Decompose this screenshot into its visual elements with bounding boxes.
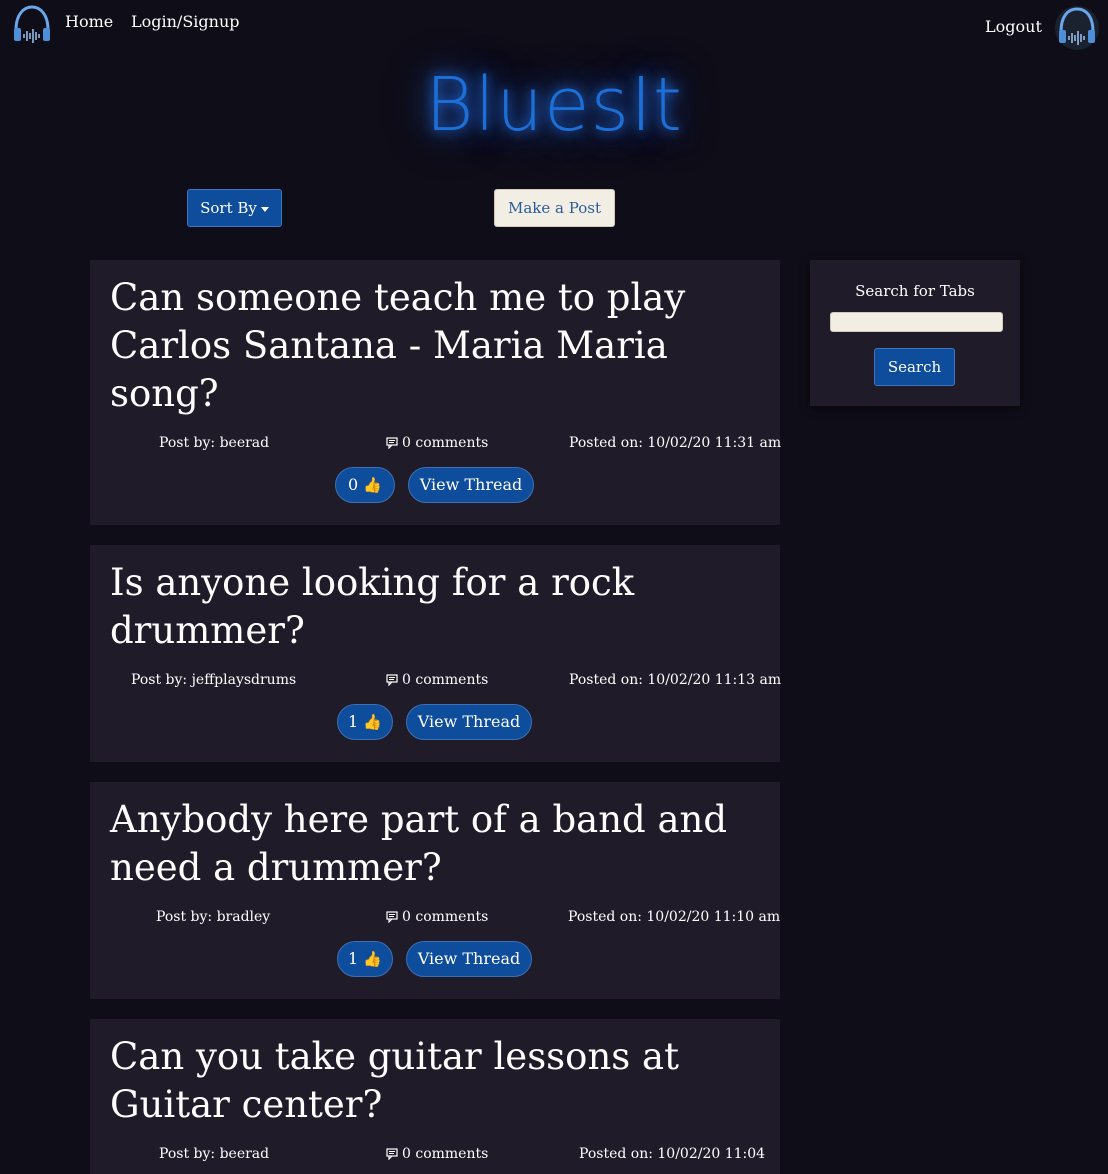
thumbs-up-icon: 👍 [363,476,382,494]
tab-search-panel: Search for Tabs Search [810,260,1020,406]
comment-icon [386,437,398,449]
search-tabs-input[interactable] [830,312,1003,332]
thumbs-up-icon: 👍 [363,713,382,731]
search-button[interactable]: Search [874,348,955,386]
sort-by-dropdown-button[interactable]: Sort By [187,189,282,227]
search-tabs-heading: Search for Tabs [855,282,975,300]
comment-icon [386,1148,398,1160]
like-count: 1 [348,712,359,731]
post-date: Posted on: 10/02/20 11:04 [579,1146,766,1162]
post-title[interactable]: Can someone teach me to play Carlos Sant… [110,274,760,418]
like-button[interactable]: 1 👍 [337,941,393,977]
sort-by-label: Sort By [200,199,257,217]
post-date: Posted on: 10/02/20 11:31 am [569,435,782,451]
post-title[interactable]: Can you take guitar lessons at Guitar ce… [110,1033,760,1129]
thumbs-up-icon: 👍 [363,950,382,968]
view-thread-button[interactable]: View Thread [406,941,532,977]
post-author: Post by: beerad [159,435,270,451]
nav-login-signup-link[interactable]: Login/Signup [131,12,239,31]
site-brand-title: BluesIt [425,62,683,148]
make-post-button[interactable]: Make a Post [494,189,615,227]
post-comments: 0 comments [386,672,488,688]
comments-count: 0 comments [402,1146,489,1162]
post-author: Post by: jeffplaysdrums [131,672,297,688]
post-card: Anybody here part of a band and need a d… [90,782,780,999]
post-author: Post by: beerad [159,1146,270,1162]
post-comments: 0 comments [386,435,488,451]
headphones-avatar-icon[interactable] [1054,4,1100,52]
post-title[interactable]: Anybody here part of a band and need a d… [110,796,760,892]
like-button[interactable]: 1 👍 [337,704,393,740]
nav-home-link[interactable]: Home [65,12,113,31]
comment-icon [386,911,398,923]
post-title[interactable]: Is anyone looking for a rock drummer? [110,559,760,655]
view-thread-button[interactable]: View Thread [408,467,534,503]
comment-icon [386,674,398,686]
caret-down-icon [260,206,269,212]
like-count: 0 [348,475,359,494]
comments-count: 0 comments [402,909,489,925]
top-navbar: Home Login/Signup Logout [0,0,1108,56]
headphones-logo-icon[interactable] [11,4,53,48]
post-card: Is anyone looking for a rock drummer? Po… [90,545,782,762]
post-date: Posted on: 10/02/20 11:13 am [569,672,782,688]
nav-logout-link[interactable]: Logout [985,17,1042,36]
like-count: 1 [348,949,359,968]
comments-count: 0 comments [402,672,489,688]
post-card: Can someone teach me to play Carlos Sant… [90,260,782,525]
post-comments: 0 comments [386,909,488,925]
post-author: Post by: bradley [156,909,271,925]
view-thread-button[interactable]: View Thread [406,704,532,740]
like-button[interactable]: 0 👍 [335,467,395,503]
post-date: Posted on: 10/02/20 11:10 am [568,909,781,925]
post-comments: 0 comments [386,1146,488,1162]
post-card: Can you take guitar lessons at Guitar ce… [90,1019,780,1174]
comments-count: 0 comments [402,435,489,451]
